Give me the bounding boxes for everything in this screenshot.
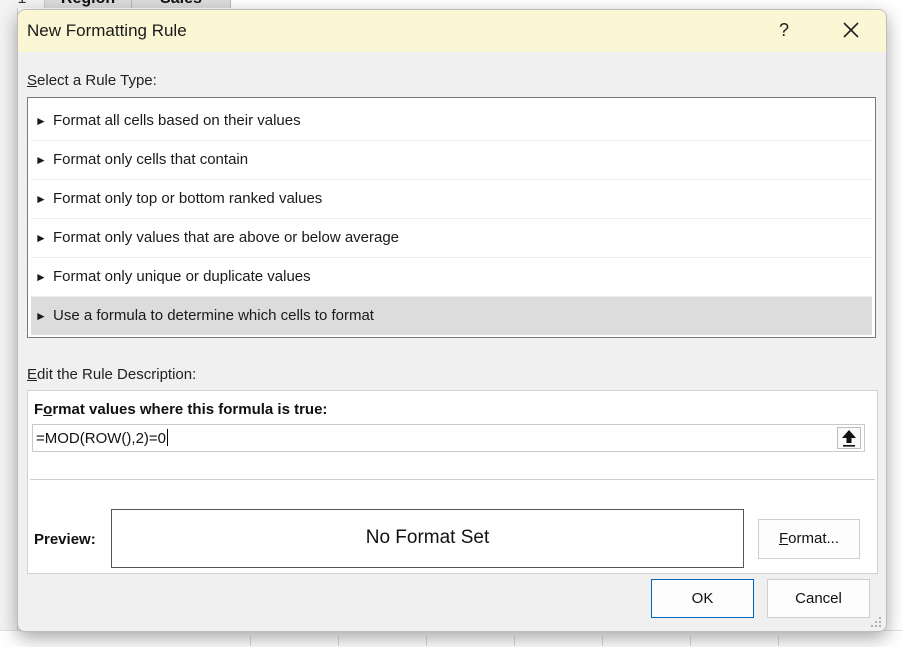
header-cell-sales[interactable]: Sales [132, 0, 231, 8]
select-rule-type-label: Select a Rule Type: [27, 72, 157, 89]
new-formatting-rule-dialog: New Formatting Rule ? Select a Rule Type… [17, 9, 887, 632]
close-icon [843, 22, 859, 38]
rule-type-item-selected[interactable]: ► Use a formula to determine which cells… [31, 297, 872, 335]
cancel-button[interactable]: Cancel [767, 579, 870, 618]
ok-button[interactable]: OK [651, 579, 754, 618]
format-button[interactable]: Format... [758, 519, 860, 559]
arrow-right-icon: ► [35, 192, 47, 206]
row-number: 1 [0, 0, 45, 8]
formula-label: Format values where this formula is true… [34, 401, 328, 418]
formula-input[interactable]: =MOD(ROW(),2)=0 [32, 424, 865, 452]
preview-text: No Format Set [365, 527, 490, 548]
grid-line [778, 636, 779, 646]
grid-line [338, 636, 339, 646]
rule-description-panel: Format values where this formula is true… [27, 390, 878, 574]
grid-line [250, 636, 251, 646]
spreadsheet-header-row: 1 Region Sales [0, 0, 240, 8]
arrow-right-icon: ► [35, 153, 47, 167]
rule-type-list[interactable]: ► Format all cells based on their values… [27, 97, 876, 338]
resize-grip-icon[interactable] [870, 616, 882, 628]
rule-type-item[interactable]: ► Format only unique or duplicate values [31, 258, 872, 297]
grid-line [602, 636, 603, 646]
arrow-right-icon: ► [35, 114, 47, 128]
arrow-right-icon: ► [35, 231, 47, 245]
grid-line [514, 636, 515, 646]
grid-line [690, 636, 691, 646]
dialog-title: New Formatting Rule [27, 21, 187, 40]
help-button[interactable]: ? [774, 20, 794, 42]
rule-type-item[interactable]: ► Format only top or bottom ranked value… [31, 180, 872, 219]
title-bar[interactable]: New Formatting Rule ? [18, 10, 886, 52]
text-caret [167, 429, 169, 446]
edit-rule-description-label: Edit the Rule Description: [27, 366, 197, 383]
arrow-up-icon [842, 430, 856, 447]
spreadsheet-bottom-row [0, 630, 902, 647]
preview-box: No Format Set [111, 509, 744, 568]
arrow-right-icon: ► [35, 270, 47, 284]
rule-type-item[interactable]: ► Format all cells based on their values [31, 102, 872, 141]
rule-type-item[interactable]: ► Format only values that are above or b… [31, 219, 872, 258]
grid-line [426, 636, 427, 646]
header-cell-region[interactable]: Region [45, 0, 132, 8]
arrow-right-icon: ► [35, 309, 47, 323]
collapse-dialog-button[interactable] [837, 427, 861, 449]
divider [30, 479, 875, 480]
formula-value: =MOD(ROW(),2)=0 [36, 429, 169, 447]
row-headers [0, 8, 18, 646]
close-button[interactable] [836, 18, 866, 44]
preview-label: Preview: [34, 531, 96, 548]
rule-type-item[interactable]: ► Format only cells that contain [31, 141, 872, 180]
